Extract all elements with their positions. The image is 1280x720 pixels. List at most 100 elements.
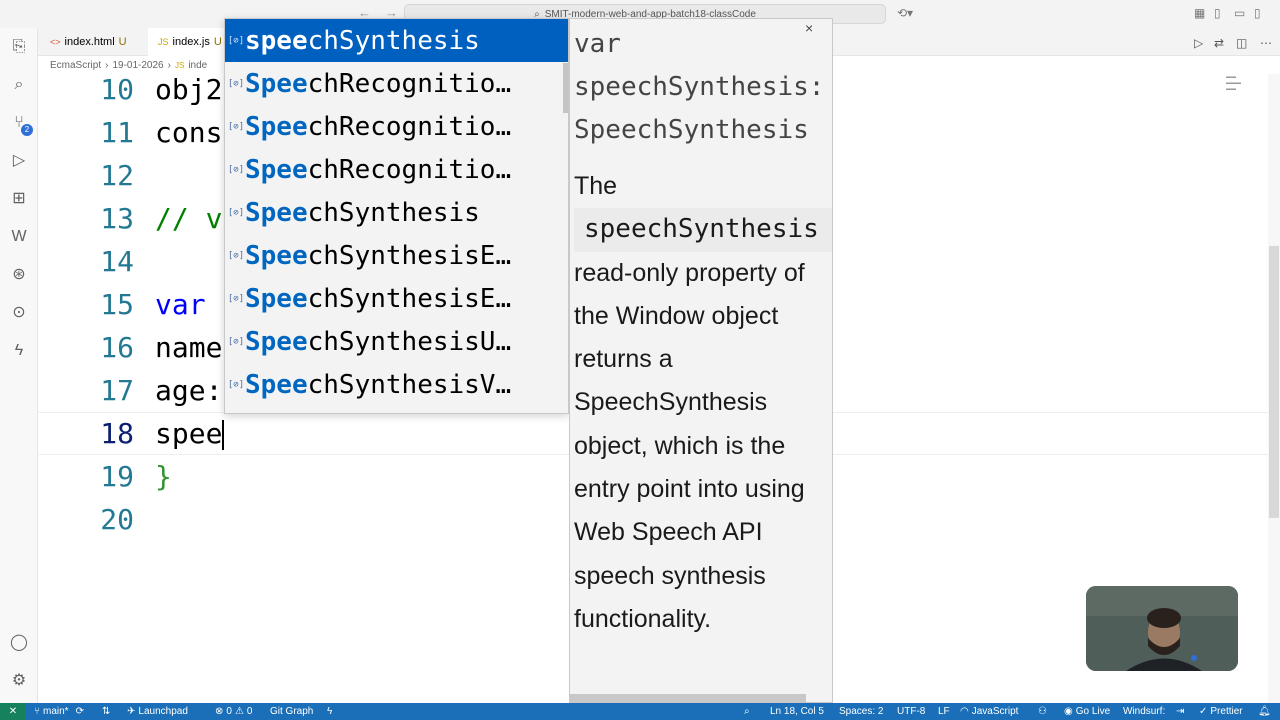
notifications-icon[interactable]: ⇥: [1176, 703, 1184, 720]
compare-changes-icon[interactable]: ⇄: [1214, 36, 1224, 50]
git-graph-icon[interactable]: ⊛: [8, 264, 30, 286]
variable-icon: [⊘]: [227, 379, 245, 390]
toggle-sidebar-icon[interactable]: ▯: [1214, 6, 1221, 20]
suggestion-rest: chRecognitio…: [307, 111, 512, 142]
type-signature: var speechSynthesis: SpeechSynthesis: [574, 29, 825, 145]
suggestion-rest: chSynthesisV…: [307, 369, 512, 400]
suggestion-label: SpeechSynthesisV…: [245, 370, 511, 400]
suggestion-match: Spee: [245, 326, 308, 357]
git-branch-icon: ⑂: [34, 706, 40, 717]
closing-brace: }: [155, 460, 172, 493]
split-editor-icon[interactable]: ◫: [1236, 36, 1247, 50]
variable-icon: [⊘]: [227, 207, 245, 218]
tab-index-html[interactable]: <> index.html U: [40, 28, 137, 56]
suggestion-label: SpeechSynthesisE…: [245, 284, 511, 314]
line-number: 16: [100, 331, 134, 364]
details-horizontal-scrollbar[interactable]: [570, 694, 806, 702]
more-actions-icon[interactable]: ⋯: [1260, 36, 1272, 50]
toggle-secondary-sidebar-icon[interactable]: ▯: [1254, 6, 1261, 20]
suggestion-item[interactable]: [⊘] SpeechSynthesisV…: [225, 363, 568, 406]
variable-icon: [⊘]: [227, 121, 245, 132]
customize-layout-icon[interactable]: ▦: [1194, 6, 1205, 20]
thunder-client-icon[interactable]: ϟ: [8, 340, 30, 362]
sync-icon: ⟳: [75, 706, 84, 717]
line-number: 18: [100, 417, 134, 450]
editor-scroll-thumb[interactable]: [1269, 246, 1279, 518]
suggestion-label: SpeechSynthesisE…: [245, 241, 511, 271]
close-icon[interactable]: ×: [805, 20, 813, 36]
copilot-icon[interactable]: ⟲▾: [897, 6, 913, 20]
settings-gear-icon[interactable]: ⚙: [8, 670, 30, 692]
suggestion-label: speechSynthesis: [245, 26, 480, 56]
pull-request-icon[interactable]: ⇅: [102, 703, 110, 720]
indentation-setting[interactable]: Spaces: 2: [839, 703, 883, 720]
variable-icon: [⊘]: [227, 293, 245, 304]
live-server-icon[interactable]: ⚇: [1038, 703, 1047, 720]
explorer-icon[interactable]: ⎘: [8, 36, 30, 58]
suggestion-item[interactable]: [⊘] SpeechRecognitio…: [225, 105, 568, 148]
suggestion-item[interactable]: [⊘] SpeechRecognitio…: [225, 62, 568, 105]
activity-bar: ⎘ ⌕ ⑂ 2 ▷ ⊞ W ⊛ ⊙ ϟ ◯ ⚙: [0, 28, 38, 703]
suggestion-label: SpeechSynthesis: [245, 198, 480, 228]
encoding-label: UTF-8: [897, 706, 926, 717]
suggestion-rest: chSynthesisE…: [307, 283, 512, 314]
variable-icon: [⊘]: [227, 35, 245, 46]
tab-label: index.html: [64, 36, 115, 48]
suggestion-match: Spee: [245, 111, 308, 142]
toggle-panel-icon[interactable]: ▭: [1234, 6, 1245, 20]
html-file-icon: <>: [50, 37, 61, 47]
suggestion-item[interactable]: [⊘] SpeechSynthesisU…: [225, 320, 568, 363]
suggestion-match: Spee: [245, 154, 308, 185]
typed-text: spee: [155, 417, 223, 450]
launchpad-button[interactable]: ✈ Launchpad: [127, 703, 188, 720]
line-number: 19: [100, 460, 134, 493]
comment-text: // v: [155, 202, 223, 235]
language-mode[interactable]: ◠ JavaScript: [960, 703, 1018, 720]
extensions-icon[interactable]: ⊞: [8, 188, 30, 210]
prettier-status[interactable]: ✓ Prettier: [1199, 703, 1243, 720]
go-live-label: Go Live: [1075, 706, 1111, 717]
suggestion-item[interactable]: [⊘] SpeechSynthesisE…: [225, 277, 568, 320]
warning-icon: ⚠: [234, 706, 244, 717]
minimap[interactable]: ▬▬ ▬▬▬ ▬▬: [1226, 74, 1248, 98]
suggestion-item[interactable]: [⊘] SpeechRecognitio…: [225, 148, 568, 191]
search-icon[interactable]: ⌕: [8, 74, 30, 96]
variable-icon: [⊘]: [227, 164, 245, 175]
lightning-icon[interactable]: ϟ: [327, 703, 332, 720]
line-number: 14: [100, 245, 134, 278]
documentation-text: The speechSynthesis read-only property o…: [574, 165, 832, 641]
encoding-setting[interactable]: UTF-8: [897, 703, 925, 720]
cursor-position[interactable]: Ln 18, Col 5: [770, 703, 824, 720]
git-graph-button[interactable]: Git Graph: [270, 703, 313, 720]
tab-status: U: [118, 36, 127, 48]
suggestion-item[interactable]: [⊘] speechSynthesis: [225, 19, 568, 62]
suggestion-match: Spee: [245, 68, 308, 99]
bell-icon[interactable]: 🔔︎: [1258, 703, 1271, 720]
doc-inline-code: speechSynthesis: [574, 208, 832, 252]
tab-label: index.js: [172, 36, 210, 48]
remote-indicator[interactable]: ✕: [0, 703, 26, 720]
suggestion-rest: chSynthesis: [307, 197, 480, 228]
windsurf-icon[interactable]: W: [8, 226, 30, 248]
suggestion-rest: chSynthesisU…: [307, 326, 512, 357]
suggestion-item[interactable]: [⊘] SpeechSynthesis: [225, 191, 568, 234]
error-count: 0: [226, 706, 232, 717]
windsurf-status[interactable]: Windsurf:: [1123, 703, 1165, 720]
launchpad-label: Launchpad: [138, 706, 188, 717]
line-number: 15: [100, 288, 134, 321]
run-debug-icon[interactable]: ▷: [8, 150, 30, 172]
run-file-icon[interactable]: ▷: [1194, 36, 1203, 50]
line-number: 10: [100, 73, 134, 106]
eol-setting[interactable]: LF: [938, 703, 950, 720]
warning-count: 0: [246, 706, 253, 717]
suggestion-item[interactable]: [⊘] SpeechSynthesisE…: [225, 234, 568, 277]
tab-index-js[interactable]: JS index.js U: [148, 28, 232, 56]
branch-indicator[interactable]: ⑂ main* ⟳: [34, 703, 84, 720]
go-live-button[interactable]: ◉ Go Live: [1064, 703, 1110, 720]
suggestion-label: SpeechRecognitio…: [245, 69, 511, 99]
webcam-video-overlay: [1086, 586, 1238, 671]
account-icon[interactable]: ◯: [8, 632, 30, 654]
zoom-icon[interactable]: ⌕: [744, 703, 750, 720]
remote-explorer-icon[interactable]: ⊙: [8, 302, 30, 324]
problems-indicator[interactable]: ⊗ 0 ⚠ 0: [215, 703, 252, 720]
